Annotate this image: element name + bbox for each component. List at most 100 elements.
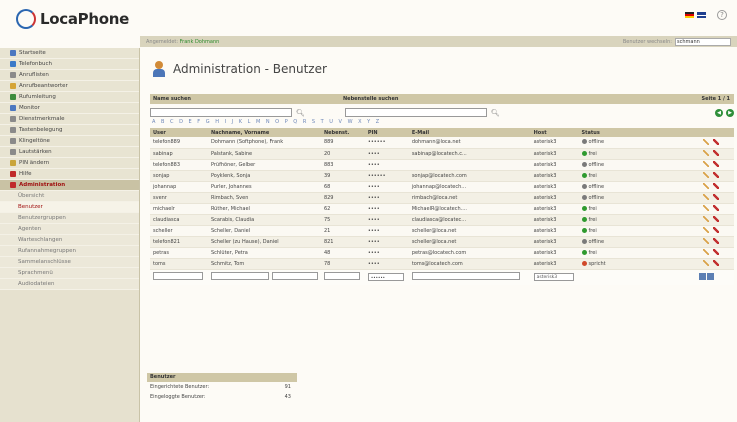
column-header-status[interactable]: Status — [578, 128, 697, 137]
delete-icon[interactable] — [713, 138, 720, 145]
edit-icon[interactable] — [703, 150, 710, 156]
sidebar-item[interactable]: Rufumleitung — [0, 92, 139, 103]
new-lastname-input[interactable] — [210, 272, 269, 281]
cell-email[interactable]: rimbach@loca.net — [408, 192, 531, 204]
delete-icon[interactable] — [713, 260, 720, 266]
cell-email[interactable]: petras@locatech.com — [408, 247, 531, 259]
english-flag-icon[interactable] — [697, 12, 706, 18]
cell-email[interactable]: dohmann@loca.net — [408, 137, 531, 149]
sidebar-item[interactable]: Dienstmerkmale — [0, 114, 139, 125]
edit-icon[interactable] — [703, 194, 710, 200]
sidebar-item[interactable]: Anrufbeantworter — [0, 81, 139, 92]
cell-email[interactable]: sabinap@locatech.c... — [408, 148, 531, 160]
sidebar-item[interactable]: Telefonbuch — [0, 59, 139, 70]
new-firstname-input[interactable] — [271, 272, 318, 281]
sidebar-subitem[interactable]: Audiodateien — [0, 279, 139, 290]
delete-icon[interactable] — [713, 194, 720, 200]
column-header-name[interactable]: Nachname, Vorname — [207, 128, 321, 137]
sidebar-subitem[interactable]: Sprachmenü — [0, 268, 139, 279]
delete-icon[interactable] — [713, 238, 720, 244]
new-user-input[interactable] — [153, 272, 203, 281]
delete-icon[interactable] — [713, 150, 720, 156]
cell-email[interactable]: sonjap@locatech.com — [408, 170, 531, 182]
ext-search-icon[interactable]: 🔍︎ — [491, 109, 500, 117]
column-header-email[interactable]: E-Mail — [408, 128, 531, 137]
cell-email[interactable]: johannap@locatech... — [408, 181, 531, 193]
table-row[interactable]: michaelr Rüther, Michael 62 •••• MichaelR@lo… — [150, 203, 734, 215]
sidebar-item[interactable]: Klingeltöne — [0, 136, 139, 147]
edit-icon[interactable] — [703, 238, 710, 244]
ext-search-input[interactable] — [344, 108, 487, 117]
table-row[interactable]: claudiasca Scarabis, Claudia 75 •••• claudia… — [150, 214, 734, 226]
cell-email[interactable]: toms@locatech.com — [408, 258, 531, 270]
cell-email[interactable]: claudiasca@locatec... — [408, 214, 531, 226]
name-search-icon[interactable]: 🔍︎ — [296, 109, 305, 117]
table-row[interactable]: petras Schlüter, Petra 48 •••• petras@locate… — [150, 247, 734, 259]
edit-icon[interactable] — [703, 138, 710, 145]
delete-icon[interactable] — [713, 161, 720, 167]
sidebar-subitem[interactable]: Sammelanschlüsse — [0, 257, 139, 268]
new-email-input[interactable] — [411, 272, 520, 281]
sidebar-item[interactable]: Startseite — [0, 48, 139, 59]
app-logo[interactable]: LocaPhone — [16, 8, 129, 30]
german-flag-icon[interactable] — [685, 12, 694, 18]
cell-email[interactable]: scheller@loca.net — [408, 225, 531, 237]
edit-icon[interactable] — [703, 260, 710, 266]
edit-icon[interactable] — [703, 249, 710, 255]
table-row[interactable]: telefon889 Dohmann (Softphone), Frank 889 •… — [150, 137, 734, 149]
sidebar-item[interactable]: Tastenbelegung — [0, 125, 139, 136]
name-search-input[interactable] — [150, 108, 292, 117]
delete-icon[interactable] — [713, 205, 720, 211]
previous-page-button[interactable]: ◀ — [715, 108, 723, 117]
table-row[interactable]: telefon883 Prüfhöner, Gelber 883 •••• asteri… — [150, 159, 734, 171]
column-header-host[interactable]: Host — [530, 128, 579, 137]
edit-icon[interactable] — [703, 161, 710, 167]
sidebar-subitem[interactable]: Benutzer — [0, 202, 139, 213]
switch-user-select[interactable]: schmann — [675, 37, 731, 46]
table-row[interactable]: johannap Purler, Johannes 68 •••• johannap@l… — [150, 181, 734, 193]
cell-email[interactable]: MichaelR@locatech.... — [408, 203, 531, 215]
delete-icon[interactable] — [713, 249, 720, 255]
table-row[interactable]: sabinap Palstank, Sabine 20 •••• sabinap@loc… — [150, 148, 734, 160]
new-pin-input[interactable]: •••••• — [367, 273, 404, 282]
sidebar-subitem[interactable]: Rufannahmegruppen — [0, 246, 139, 257]
cell-host: asterisk3 — [530, 258, 579, 270]
sidebar-subitem[interactable]: Agenten — [0, 224, 139, 235]
table-row[interactable]: scheller Scheller, Daniel 21 •••• scheller@l… — [150, 225, 734, 237]
sidebar-item[interactable]: Administration — [0, 180, 139, 191]
table-row[interactable]: toms Schmitz, Tom 78 •••• toms@locatech.com a… — [150, 258, 734, 270]
cell-email[interactable] — [408, 159, 531, 171]
sidebar-subitem[interactable]: Benutzergruppen — [0, 213, 139, 224]
help-icon[interactable]: ? — [717, 10, 727, 20]
save-copy-icon[interactable] — [707, 272, 715, 280]
edit-icon[interactable] — [703, 172, 710, 178]
new-host-select[interactable]: asterisk3 — [533, 273, 574, 282]
column-header-extension[interactable]: Nebenst. — [320, 128, 365, 137]
delete-icon[interactable] — [713, 216, 720, 222]
table-row[interactable]: svenr Rimbach, Sven 829 •••• rimbach@loca.ne… — [150, 192, 734, 204]
next-page-button[interactable]: ▶ — [726, 108, 734, 117]
table-row[interactable]: telefon821 Scheller (zu Hause), Daniel 821… — [150, 236, 734, 248]
sidebar-item[interactable]: Monitor — [0, 103, 139, 114]
sidebar-subitem[interactable]: Warteschlangen — [0, 235, 139, 246]
cell-email[interactable]: scheller@loca.net — [408, 236, 531, 248]
edit-icon[interactable] — [703, 183, 710, 189]
delete-icon[interactable] — [713, 183, 720, 189]
column-header-user[interactable]: User — [150, 128, 208, 137]
cell-pin: •••• — [364, 192, 409, 204]
sidebar-subitem[interactable]: Übersicht — [0, 191, 139, 202]
delete-icon[interactable] — [713, 172, 720, 178]
edit-icon[interactable] — [703, 205, 710, 211]
sidebar-item[interactable]: Lautstärken — [0, 147, 139, 158]
sidebar-item[interactable]: Hilfe — [0, 169, 139, 180]
edit-icon[interactable] — [703, 227, 710, 233]
delete-icon[interactable] — [713, 227, 720, 233]
save-icon[interactable] — [699, 272, 707, 280]
sidebar-item[interactable]: Anruflisten — [0, 70, 139, 81]
new-extension-input[interactable] — [323, 272, 360, 281]
sidebar-item[interactable]: PIN ändern — [0, 158, 139, 169]
alphabet-filter[interactable]: A B C D E F G H I J K L M N O P Q R S T … — [150, 119, 734, 128]
cell-extension: 889 — [320, 137, 365, 149]
table-row[interactable]: sonjap Poyklenk, Sonja 39 •••••• sonjap@loca… — [150, 170, 734, 182]
edit-icon[interactable] — [703, 216, 710, 222]
